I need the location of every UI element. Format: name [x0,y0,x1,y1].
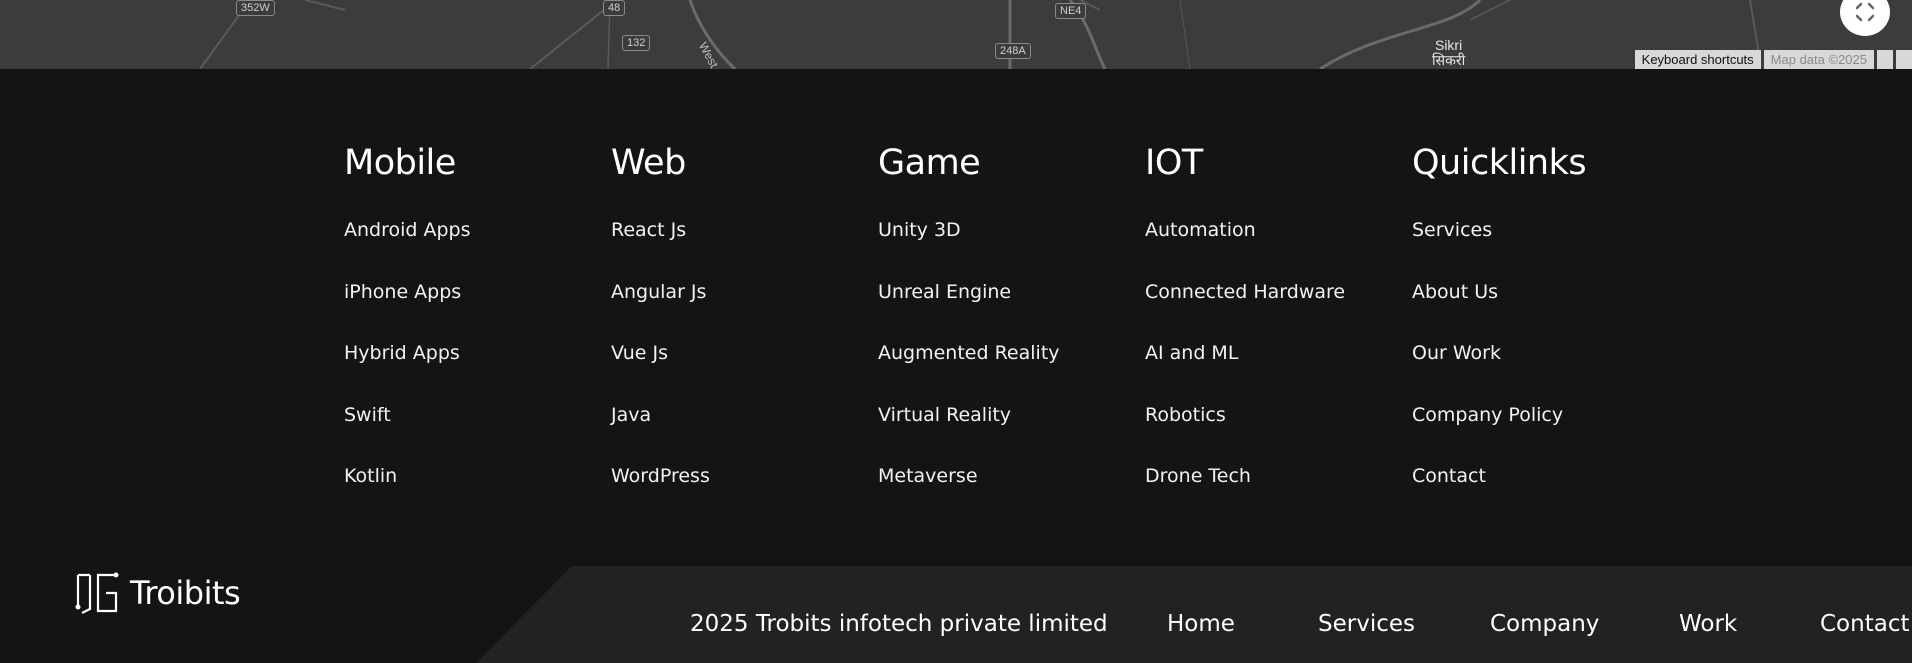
map-attribution: Keyboard shortcuts Map data ©2025 [1632,50,1912,69]
map-place-label: Sikri सिकरी [1432,38,1465,68]
bottom-nav-services[interactable]: Services [1318,611,1415,637]
footer-column-game: Game Unity 3D Unreal Engine Augmented Re… [878,143,1060,527]
bottom-nav-contact[interactable]: Contact [1820,611,1909,637]
footer-link[interactable]: Angular Js [611,281,710,343]
map-report-link[interactable] [1896,50,1912,69]
footer-link[interactable]: Our Work [1412,342,1586,404]
fullscreen-icon [1855,2,1875,22]
footer-link[interactable]: Automation [1145,219,1345,281]
footer-link-columns: Mobile Android Apps iPhone Apps Hybrid A… [0,69,1912,566]
column-heading: Game [878,143,981,183]
bottom-nav-company[interactable]: Company [1490,611,1599,637]
footer-link[interactable]: Unity 3D [878,219,1060,281]
road-shield: 132 [622,35,651,51]
footer-link[interactable]: Services [1412,219,1586,281]
footer-column-quicklinks: Quicklinks Services About Us Our Work Co… [1412,143,1587,527]
footer-link[interactable]: Swift [344,404,471,466]
bottom-nav-home[interactable]: Home [1167,611,1235,637]
footer-link[interactable]: Metaverse [878,465,1060,527]
footer-column-web: Web React Js Angular Js Vue Js Java Word… [611,143,710,527]
map-roads [199,0,1761,69]
footer-link[interactable]: Connected Hardware [1145,281,1345,343]
road-shield: 352W [236,0,275,16]
footer-link[interactable]: Augmented Reality [878,342,1060,404]
road-shield: NE4 [1055,3,1087,19]
map-place-name: Sikri [1434,37,1463,53]
footer-link[interactable]: React Js [611,219,710,281]
footer-link[interactable]: Contact [1412,465,1586,527]
brand-logo[interactable]: Troibits [72,569,241,617]
brand-name: Troibits [130,574,241,612]
footer-link[interactable]: Robotics [1145,404,1345,466]
footer-link[interactable]: Java [611,404,710,466]
column-heading: Web [611,143,686,183]
road-shield: 248A [995,43,1031,59]
footer-link[interactable]: About Us [1412,281,1586,343]
footer-link[interactable]: Drone Tech [1145,465,1345,527]
footer-bottom-bar: Troibits 2025 Trobits infotech private l… [0,566,1912,663]
footer-link[interactable]: WordPress [611,465,710,527]
footer-link[interactable]: Kotlin [344,465,471,527]
footer-link[interactable]: Hybrid Apps [344,342,471,404]
footer-link[interactable]: Company Policy [1412,404,1586,466]
map-terms-link[interactable] [1877,50,1893,69]
footer-column-mobile: Mobile Android Apps iPhone Apps Hybrid A… [344,143,471,527]
footer-link[interactable]: Unreal Engine [878,281,1060,343]
road-shield: 48 [603,0,626,16]
keyboard-shortcuts-link[interactable]: Keyboard shortcuts [1634,50,1761,69]
column-heading: Mobile [344,143,456,183]
footer-link[interactable]: Vue Js [611,342,710,404]
map-embed[interactable]: 352W 48 132 NE4 248A West Sikri सिकरी Ke… [0,0,1912,69]
map-data-credit: Map data ©2025 [1763,50,1874,69]
bottom-nav-work[interactable]: Work [1679,611,1737,637]
footer-link[interactable]: Android Apps [344,219,471,281]
map-place-name-local: सिकरी [1432,52,1466,68]
copyright-text: 2025 Trobits infotech private limited [690,611,1108,637]
footer-column-iot: IOT Automation Connected Hardware AI and… [1145,143,1345,527]
column-heading: IOT [1145,143,1203,183]
footer-link[interactable]: Virtual Reality [878,404,1060,466]
footer-link[interactable]: AI and ML [1145,342,1345,404]
column-heading: Quicklinks [1412,143,1587,183]
footer-link[interactable]: iPhone Apps [344,281,471,343]
troibits-logo-icon [75,572,119,614]
